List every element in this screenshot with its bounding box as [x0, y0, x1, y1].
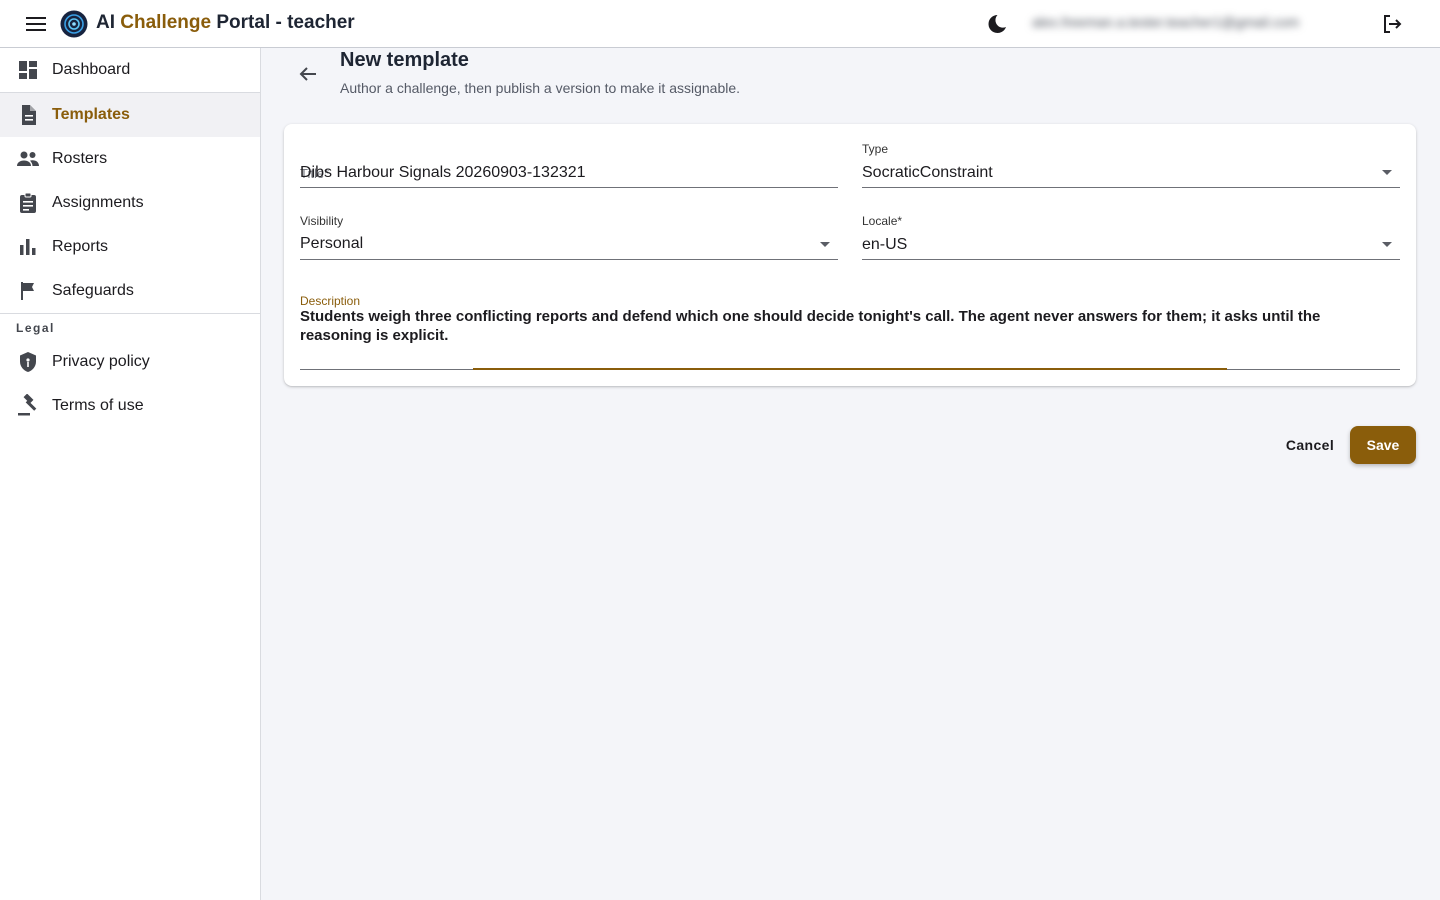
- sidebar-item-label: Rosters: [52, 150, 108, 167]
- sidebar-item-label: Assignments: [52, 194, 144, 211]
- dark-mode-toggle-icon[interactable]: [985, 12, 1009, 36]
- title-underline: [300, 187, 838, 188]
- description-focus-indicator: [473, 368, 1227, 370]
- shield-icon: [16, 350, 40, 374]
- save-button[interactable]: Save: [1350, 426, 1416, 464]
- chevron-down-icon[interactable]: [1382, 242, 1392, 247]
- sidebar-item-assignments[interactable]: Assignments: [0, 181, 260, 225]
- locale-underline: [862, 259, 1400, 260]
- back-arrow-icon[interactable]: [296, 62, 320, 86]
- app-title: AI Challenge Portal - teacher: [96, 12, 355, 33]
- visibility-selected-value: Personal: [300, 235, 364, 252]
- dashboard-icon: [16, 58, 40, 82]
- gavel-icon: [16, 393, 40, 418]
- divider: [0, 313, 260, 314]
- locale-select[interactable]: Locale* en-US: [862, 214, 1400, 260]
- menu-icon[interactable]: [24, 12, 48, 36]
- cancel-button[interactable]: Cancel: [1276, 428, 1344, 462]
- legal-section-heading: Legal: [16, 321, 55, 335]
- chevron-down-icon[interactable]: [1382, 170, 1392, 175]
- visibility-select[interactable]: Visibility Personal: [300, 214, 838, 260]
- sidebar-item-label: Templates: [52, 106, 130, 123]
- sidebar-item-rosters[interactable]: Rosters: [0, 137, 260, 181]
- sidebar-item-reports[interactable]: Reports: [0, 225, 260, 269]
- type-select[interactable]: Type SocraticConstraint: [862, 142, 1400, 188]
- type-underline: [862, 187, 1400, 188]
- template-form-card: Title* Dibs Harbour Signals 20260903-132…: [284, 124, 1416, 386]
- sidebar-item-templates[interactable]: Templates: [0, 93, 260, 137]
- app-logo-icon: [60, 10, 88, 38]
- clipboard-icon: [16, 191, 40, 215]
- sidebar-item-dashboard[interactable]: Dashboard: [0, 48, 260, 92]
- sidebar-item-label: Privacy policy: [52, 353, 150, 370]
- title-field[interactable]: Title* Dibs Harbour Signals 20260903-132…: [300, 142, 838, 188]
- logout-icon[interactable]: [1380, 12, 1404, 36]
- bar-chart-icon: [16, 235, 40, 259]
- visibility-field-label: Visibility: [300, 214, 344, 228]
- locale-field-label: Locale*: [862, 214, 903, 228]
- visibility-underline: [300, 259, 838, 260]
- people-icon: [16, 147, 40, 171]
- document-icon: [16, 103, 40, 127]
- user-email: alex.freeman.a.tester.teacher1@gmail.com: [1032, 14, 1300, 30]
- sidebar-item-privacy-policy[interactable]: Privacy policy: [0, 340, 260, 384]
- chevron-down-icon[interactable]: [820, 242, 830, 247]
- sidebar-item-label: Dashboard: [52, 61, 131, 78]
- type-selected-value: SocraticConstraint: [862, 164, 993, 181]
- description-field-label: Description: [300, 294, 361, 308]
- top-app-bar: AI Challenge Portal - teacher alex.freem…: [0, 0, 1440, 48]
- type-field-label: Type: [862, 142, 889, 156]
- title-input[interactable]: Dibs Harbour Signals 20260903-132321: [300, 164, 586, 182]
- sidebar-item-safeguards[interactable]: Safeguards: [0, 269, 260, 313]
- locale-selected-value: en-US: [862, 236, 908, 253]
- sidebar-item-label: Reports: [52, 238, 109, 255]
- sidebar-item-terms-of-use[interactable]: Terms of use: [0, 384, 260, 428]
- page-subtitle: Author a challenge, then publish a versi…: [340, 80, 741, 96]
- sidebar-item-label: Safeguards: [52, 282, 134, 299]
- sidebar: Dashboard Templates Rosters Assignments …: [0, 48, 261, 900]
- description-textarea[interactable]: Students weigh three conflicting reports…: [300, 307, 1380, 345]
- flag-icon: [16, 279, 40, 303]
- sidebar-item-label: Terms of use: [52, 397, 144, 414]
- page-title: New template: [340, 49, 469, 71]
